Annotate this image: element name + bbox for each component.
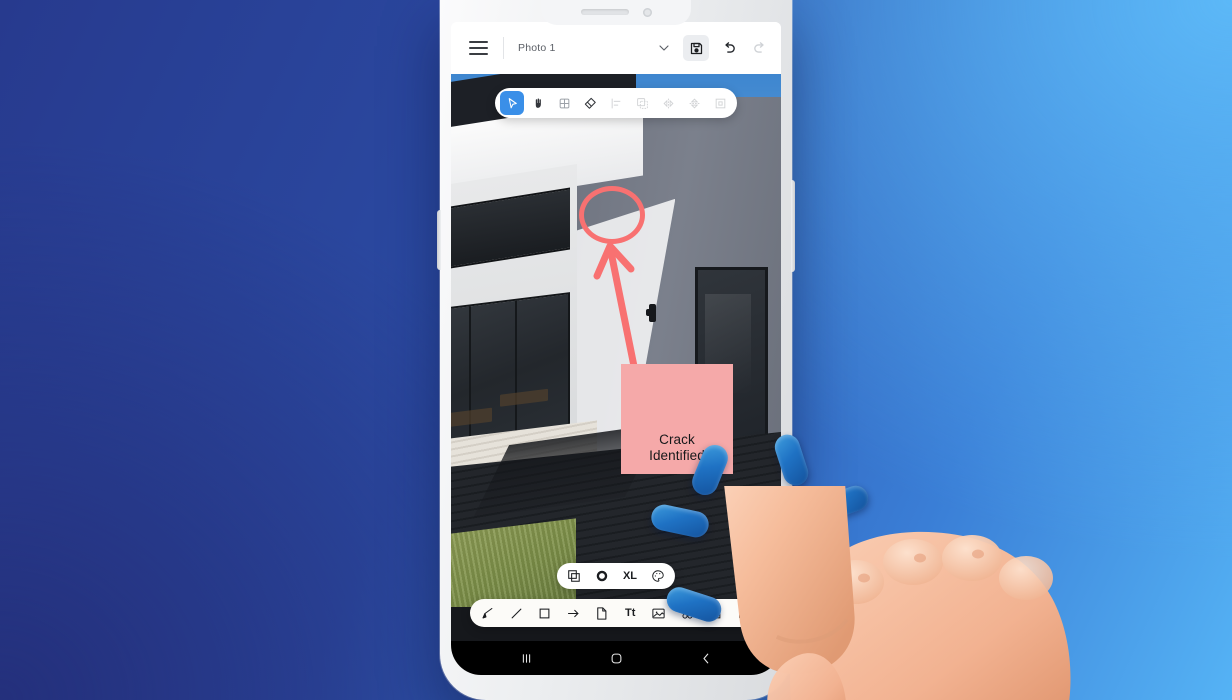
undo-icon[interactable] — [715, 35, 741, 61]
palette-icon[interactable] — [651, 569, 665, 583]
redo-icon — [747, 35, 773, 61]
appbar-divider — [503, 37, 504, 59]
app-top-bar: Photo 1 — [451, 22, 781, 74]
chevron-down-icon[interactable] — [651, 35, 677, 61]
document-title: Photo 1 — [518, 42, 556, 54]
align-left-tool — [604, 91, 628, 115]
flip-horizontal-tool — [656, 91, 680, 115]
line-icon[interactable] — [508, 603, 526, 623]
top-toolbar — [495, 88, 737, 118]
layers-icon[interactable] — [567, 569, 581, 583]
sticky-note-line-2: Identified — [649, 447, 705, 463]
duplicate-tool — [630, 91, 654, 115]
home-button[interactable] — [601, 647, 631, 669]
size-option-label[interactable]: XL — [623, 570, 637, 582]
sticky-note-line-1: Crack — [659, 431, 695, 447]
text-tt-icon[interactable]: Tt — [622, 603, 640, 623]
front-camera-icon — [642, 7, 652, 17]
arrow-right-icon[interactable] — [565, 603, 583, 623]
earpiece-speaker — [580, 9, 629, 15]
phone-notch — [541, 0, 691, 25]
select-cursor-tool[interactable] — [500, 91, 524, 115]
transform-box-tool — [708, 91, 732, 115]
recents-button[interactable] — [511, 647, 541, 669]
image-icon[interactable] — [650, 603, 668, 623]
flip-vertical-tool — [682, 91, 706, 115]
save-floppy-icon[interactable] — [683, 35, 709, 61]
grid-tool[interactable] — [552, 91, 576, 115]
pan-hand-tool[interactable] — [526, 91, 550, 115]
style-options-bar: XL — [556, 563, 676, 589]
eraser-tool[interactable] — [578, 91, 602, 115]
pointing-hand-cursor — [723, 486, 1071, 700]
hamburger-menu-icon[interactable] — [463, 33, 493, 63]
square-icon[interactable] — [536, 603, 554, 623]
page-note-icon[interactable] — [593, 603, 611, 623]
marker-pen-icon[interactable] — [479, 603, 497, 623]
filled-circle-icon[interactable] — [595, 569, 609, 583]
